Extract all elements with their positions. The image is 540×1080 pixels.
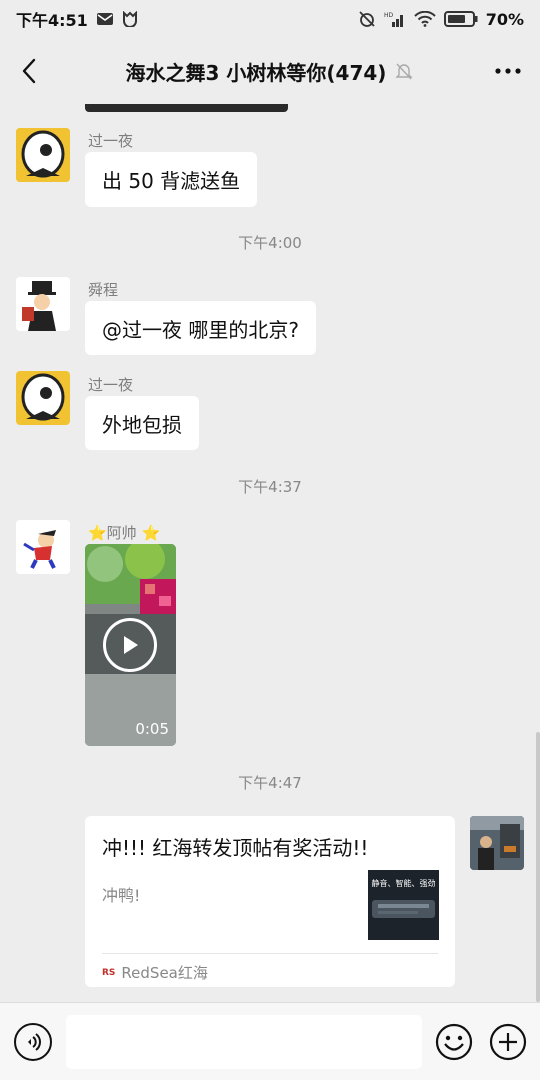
- wifi-icon: [413, 11, 436, 27]
- link-card-message[interactable]: 冲!!! 红海转发顶帖有奖活动!! 冲鸭! 静音、智能、强劲 RS RedSea…: [85, 816, 455, 987]
- link-thumbnail: 静音、智能、强劲: [368, 870, 439, 940]
- scrollbar[interactable]: [536, 732, 540, 1002]
- sender-name: 过一夜: [88, 132, 134, 150]
- avatar[interactable]: [16, 277, 70, 331]
- battery-percent: 70%: [485, 9, 524, 29]
- message-input[interactable]: [66, 1015, 422, 1069]
- timestamp: 下午4:00: [238, 234, 302, 252]
- sender-name: 过一夜: [88, 376, 134, 394]
- my-avatar[interactable]: [470, 816, 524, 870]
- emoji-icon: [435, 1023, 473, 1061]
- sender-name: 舜程: [88, 281, 119, 299]
- more-button[interactable]: [490, 56, 526, 86]
- previous-image-message[interactable]: [85, 104, 288, 112]
- more-icon: [495, 68, 521, 74]
- back-button[interactable]: [14, 56, 44, 86]
- plus-icon: [489, 1023, 527, 1061]
- message-list[interactable]: 过一夜 出 50 背滤送鱼 下午4:00 舜程 @过一夜 哪里的北京? 过一夜 …: [0, 104, 540, 1002]
- link-description: 冲鸭!: [102, 886, 141, 905]
- play-button[interactable]: [103, 618, 157, 672]
- status-time: 下午4:51: [16, 11, 88, 30]
- group-name: 海水之舞3 小树林等你(474): [125, 60, 387, 85]
- signal-icon: HD: [384, 11, 406, 27]
- voice-icon: [28, 1033, 41, 1051]
- message-bubble[interactable]: 外地包损: [85, 396, 199, 450]
- timestamp: 下午4:37: [238, 478, 302, 496]
- divider: [102, 953, 438, 954]
- svg-text:HD: HD: [384, 12, 394, 19]
- avatar[interactable]: [16, 371, 70, 425]
- app-notification-icon: [122, 11, 138, 27]
- avatar[interactable]: [16, 520, 70, 574]
- battery-icon: [443, 11, 478, 27]
- mail-icon: [96, 12, 114, 26]
- message-bubble[interactable]: 出 50 背滤送鱼: [85, 152, 258, 207]
- status-bar: 下午4:51 HD 70%: [0, 0, 540, 38]
- chat-header: 海水之舞3 小树林等你(474): [0, 38, 540, 104]
- voice-button[interactable]: [14, 1023, 52, 1061]
- avatar[interactable]: [16, 128, 70, 182]
- link-title: 冲!!! 红海转发顶帖有奖活动!!: [102, 836, 369, 860]
- play-icon: [124, 636, 138, 654]
- timestamp: 下午4:47: [238, 774, 302, 792]
- back-icon: [22, 58, 36, 84]
- video-message[interactable]: 0:05: [85, 544, 176, 746]
- alarm-off-icon: [358, 10, 376, 28]
- more-functions-button[interactable]: [489, 1023, 527, 1061]
- video-duration: 0:05: [135, 720, 169, 738]
- sender-name: ⭐阿帅 ⭐: [88, 524, 161, 542]
- chat-title: 海水之舞3 小树林等你(474): [60, 38, 480, 104]
- input-bar: [0, 1002, 540, 1080]
- emoji-button[interactable]: [435, 1023, 473, 1061]
- link-source: RS RedSea红海: [102, 962, 208, 983]
- mute-bell-icon: [395, 63, 414, 80]
- redsea-logo-icon: RS: [102, 967, 116, 978]
- source-name: RedSea红海: [121, 964, 208, 982]
- message-bubble[interactable]: @过一夜 哪里的北京?: [85, 301, 316, 355]
